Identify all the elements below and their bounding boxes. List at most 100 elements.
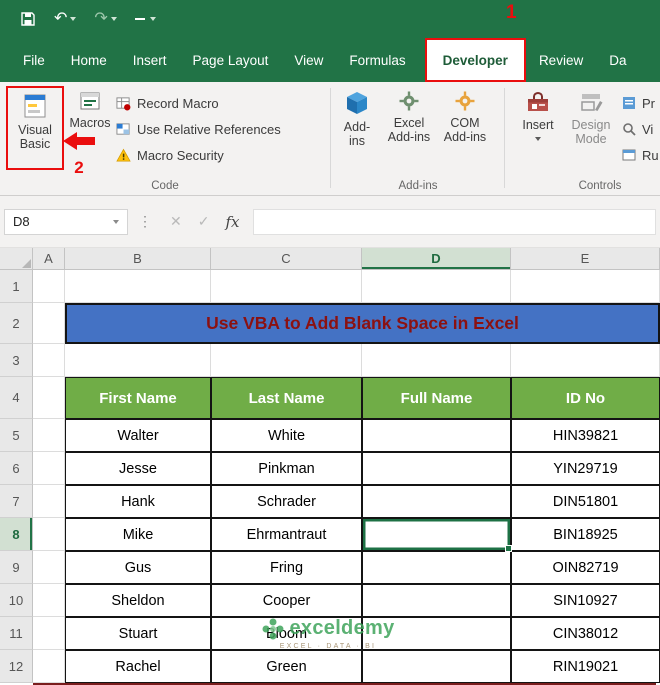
worksheet-title-cell[interactable]: Use VBA to Add Blank Space in Excel (65, 303, 660, 344)
add-ins-button[interactable]: Add-ins (336, 90, 378, 148)
macro-security-button[interactable]: Macro Security (116, 142, 281, 168)
cell-c10[interactable]: Cooper (211, 584, 362, 617)
row-header-11[interactable]: 11 (0, 617, 33, 650)
cell-b8[interactable]: Mike (65, 518, 211, 551)
cell-e8[interactable]: BIN18925 (511, 518, 660, 551)
empty-cell[interactable] (211, 344, 362, 377)
column-header-a[interactable]: A (33, 248, 65, 270)
column-header-e[interactable]: E (511, 248, 660, 270)
empty-cell[interactable] (33, 270, 65, 303)
empty-cell[interactable] (33, 377, 65, 419)
tab-data[interactable]: Da (596, 38, 639, 82)
cell-b5[interactable]: Walter (65, 419, 211, 452)
empty-cell[interactable] (33, 485, 65, 518)
table-header-first-name[interactable]: First Name (65, 377, 211, 419)
cell-d12[interactable] (362, 650, 511, 683)
row-header-3[interactable]: 3 (0, 344, 33, 377)
row-header-7[interactable]: 7 (0, 485, 33, 518)
empty-cell[interactable] (33, 518, 65, 551)
tab-review[interactable]: Review (526, 38, 596, 82)
row-header-8-selected[interactable]: 8 (0, 518, 33, 551)
cell-b11[interactable]: Stuart (65, 617, 211, 650)
empty-cell[interactable] (33, 419, 65, 452)
cell-e5[interactable]: HIN39821 (511, 419, 660, 452)
cell-d7[interactable] (362, 485, 511, 518)
empty-cell[interactable] (33, 344, 65, 377)
cell-d5[interactable] (362, 419, 511, 452)
cell-e9[interactable]: OIN82719 (511, 551, 660, 584)
tab-insert[interactable]: Insert (120, 38, 180, 82)
row-header-2[interactable]: 2 (0, 303, 33, 344)
empty-cell[interactable] (65, 270, 211, 303)
empty-cell[interactable] (362, 344, 511, 377)
row-header-10[interactable]: 10 (0, 584, 33, 617)
empty-cell[interactable] (65, 344, 211, 377)
tab-file[interactable]: File (10, 38, 58, 82)
column-header-c[interactable]: C (211, 248, 362, 270)
formula-input[interactable] (253, 208, 656, 235)
table-header-last-name[interactable]: Last Name (211, 377, 362, 419)
view-code-button[interactable]: Vi (622, 116, 660, 142)
table-header-full-name[interactable]: Full Name (362, 377, 511, 419)
tab-page-layout[interactable]: Page Layout (180, 38, 282, 82)
record-macro-button[interactable]: Record Macro (116, 90, 281, 116)
row-header-9[interactable]: 9 (0, 551, 33, 584)
insert-control-button[interactable]: Insert (514, 90, 562, 141)
cell-c9[interactable]: Fring (211, 551, 362, 584)
cell-b6[interactable]: Jesse (65, 452, 211, 485)
empty-cell[interactable] (511, 270, 660, 303)
empty-cell[interactable] (362, 270, 511, 303)
active-cell-d8[interactable] (362, 518, 512, 552)
cell-e10[interactable]: SIN10927 (511, 584, 660, 617)
save-button[interactable] (20, 11, 36, 27)
cell-b10[interactable]: Sheldon (65, 584, 211, 617)
use-relative-references-button[interactable]: Use Relative References (116, 116, 281, 142)
name-box-dropdown-icon[interactable] (113, 219, 119, 224)
cell-b12[interactable]: Rachel (65, 650, 211, 683)
customize-qat-button[interactable] (134, 17, 156, 21)
table-header-id-no[interactable]: ID No (511, 377, 660, 419)
enter-button[interactable]: ✓ (198, 213, 210, 230)
cell-c8[interactable]: Ehrmantraut (211, 518, 362, 551)
column-header-b[interactable]: B (65, 248, 211, 270)
row-header-5[interactable]: 5 (0, 419, 33, 452)
empty-cell[interactable] (33, 584, 65, 617)
tab-developer[interactable]: Developer (424, 38, 526, 82)
cell-c11[interactable]: Bloom (211, 617, 362, 650)
cell-c6[interactable]: Pinkman (211, 452, 362, 485)
cell-c7[interactable]: Schrader (211, 485, 362, 518)
insert-function-button[interactable]: fx (225, 213, 239, 231)
column-header-d-selected[interactable]: D (362, 248, 511, 270)
cancel-button[interactable]: ✕ (170, 213, 182, 230)
properties-button[interactable]: Pr (622, 90, 660, 116)
empty-cell[interactable] (33, 650, 65, 683)
redo-button[interactable]: ↷ (94, 11, 117, 27)
excel-add-ins-button[interactable]: Excel Add-ins (384, 90, 434, 144)
cell-d9[interactable] (362, 551, 511, 584)
design-mode-button[interactable]: Design Mode (564, 90, 618, 146)
cell-b7[interactable]: Hank (65, 485, 211, 518)
cell-d11[interactable] (362, 617, 511, 650)
undo-button[interactable]: ↶ (54, 11, 77, 27)
cell-e12[interactable]: RIN19021 (511, 650, 660, 683)
cell-b9[interactable]: Gus (65, 551, 211, 584)
cell-d10[interactable] (362, 584, 511, 617)
row-header-1[interactable]: 1 (0, 270, 33, 303)
visual-basic-button[interactable]: Visual Basic (6, 86, 64, 170)
macros-button[interactable]: Macros (64, 90, 116, 130)
cell-d6[interactable] (362, 452, 511, 485)
cell-e11[interactable]: CIN38012 (511, 617, 660, 650)
empty-cell[interactable] (33, 303, 65, 344)
select-all-button[interactable] (0, 248, 33, 270)
tab-home[interactable]: Home (58, 38, 120, 82)
run-dialog-button[interactable]: Ru (622, 142, 660, 168)
empty-cell[interactable] (33, 617, 65, 650)
row-header-4[interactable]: 4 (0, 377, 33, 419)
row-header-12[interactable]: 12 (0, 650, 33, 683)
tab-view[interactable]: View (281, 38, 336, 82)
com-add-ins-button[interactable]: COM Add-ins (438, 90, 492, 144)
cell-e6[interactable]: YIN29719 (511, 452, 660, 485)
tab-formulas[interactable]: Formulas (336, 38, 418, 82)
empty-cell[interactable] (511, 344, 660, 377)
cell-c5[interactable]: White (211, 419, 362, 452)
